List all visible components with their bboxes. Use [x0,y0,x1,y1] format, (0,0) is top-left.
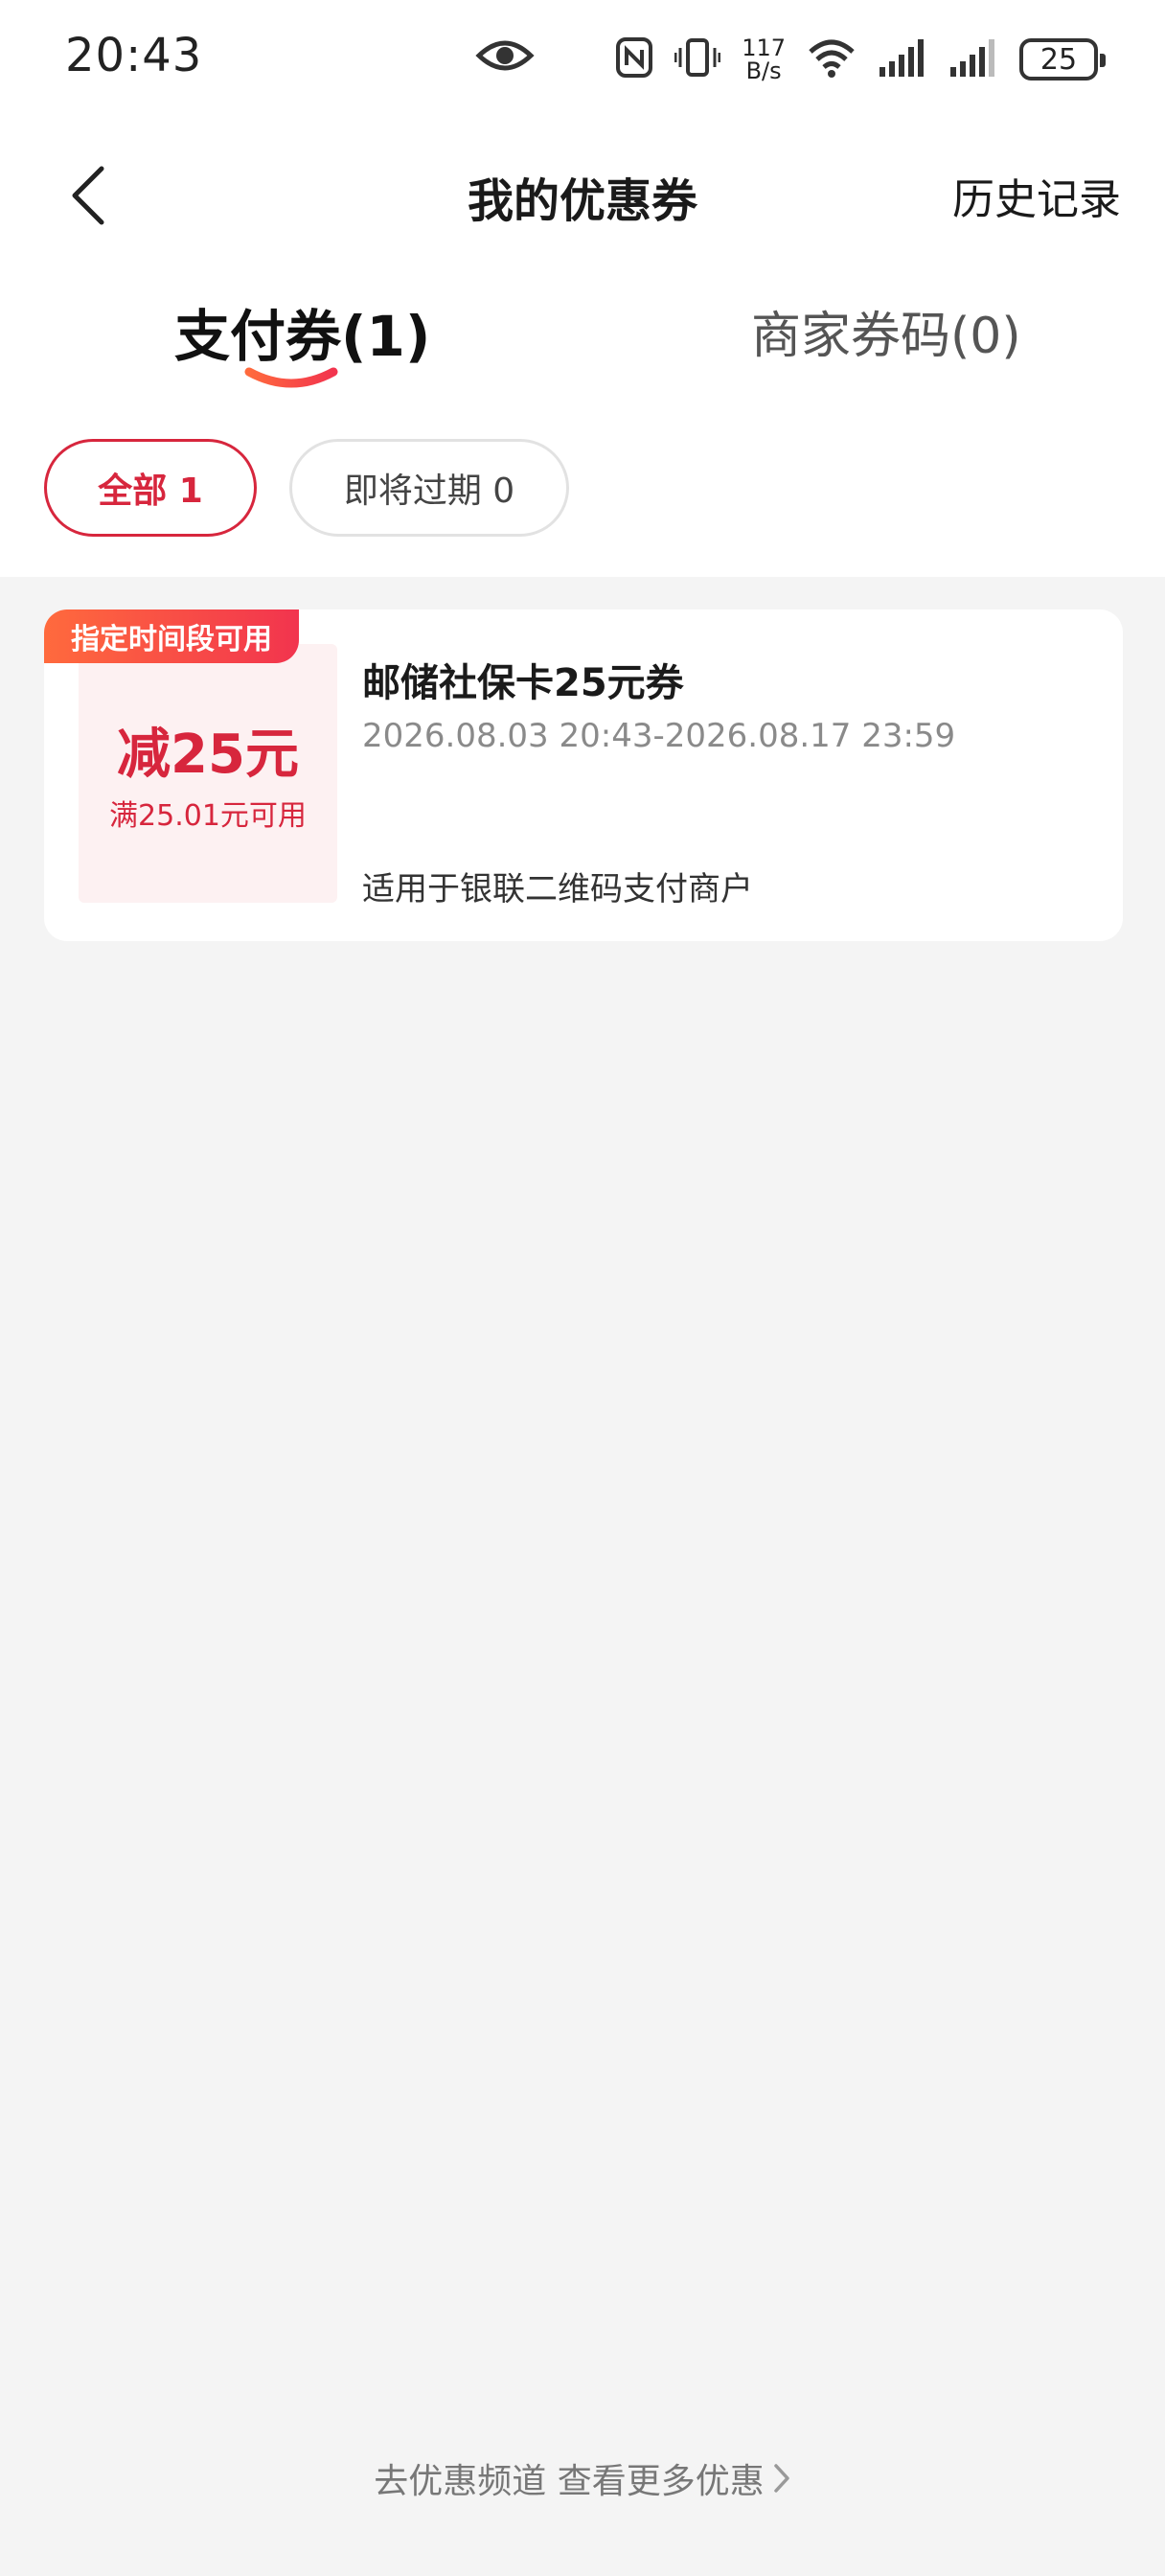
more-offers-label: 去优惠频道 查看更多优惠 [374,2462,765,2501]
signal-icon [878,36,927,82]
coupon-amount: 减25元 [117,724,299,786]
signal-icon [948,36,998,82]
active-tab-indicator [244,367,338,388]
tab-merchant-codes[interactable]: 商家券码(0) [751,295,1021,367]
status-icons: 117 B/s 25 [615,33,1106,86]
status-bar: 20:43 117 B/s 25 [0,0,1165,119]
battery-icon: 25 [1019,38,1106,80]
nav-bar: 我的优惠券 历史记录 [0,144,1165,240]
speed-value: 117 [742,34,786,61]
network-speed: 117 B/s [742,36,786,82]
coupon-scope: 适用于银联二维码支付商户 [362,870,753,908]
coupon-card[interactable]: 指定时间段可用 减25元 满25.01元可用 邮储社保卡25元券 2026.08… [44,610,1123,941]
wifi-icon [807,36,857,82]
history-link[interactable]: 历史记录 [952,165,1121,226]
coupon-time-tag: 指定时间段可用 [44,610,299,663]
coupon-validity: 2026.08.03 20:43-2026.08.17 23:59 [362,717,956,755]
chevron-right-icon [773,2464,789,2493]
battery-level: 25 [1039,42,1078,77]
vibrate-icon [674,36,721,82]
filter-expiring-soon[interactable]: 即将过期 0 [289,439,569,537]
status-time: 20:43 [65,29,203,82]
coupon-name: 邮储社保卡25元券 [362,661,684,705]
filter-all[interactable]: 全部 1 [44,439,257,537]
speed-unit: B/s [745,58,782,84]
tab-payment-coupons[interactable]: 支付券(1) [174,291,430,372]
eye-icon [475,34,535,80]
coupon-condition: 满25.01元可用 [109,799,307,833]
more-offers-link[interactable]: 去优惠频道 查看更多优惠 [0,2453,1165,2503]
nfc-icon [615,36,653,82]
